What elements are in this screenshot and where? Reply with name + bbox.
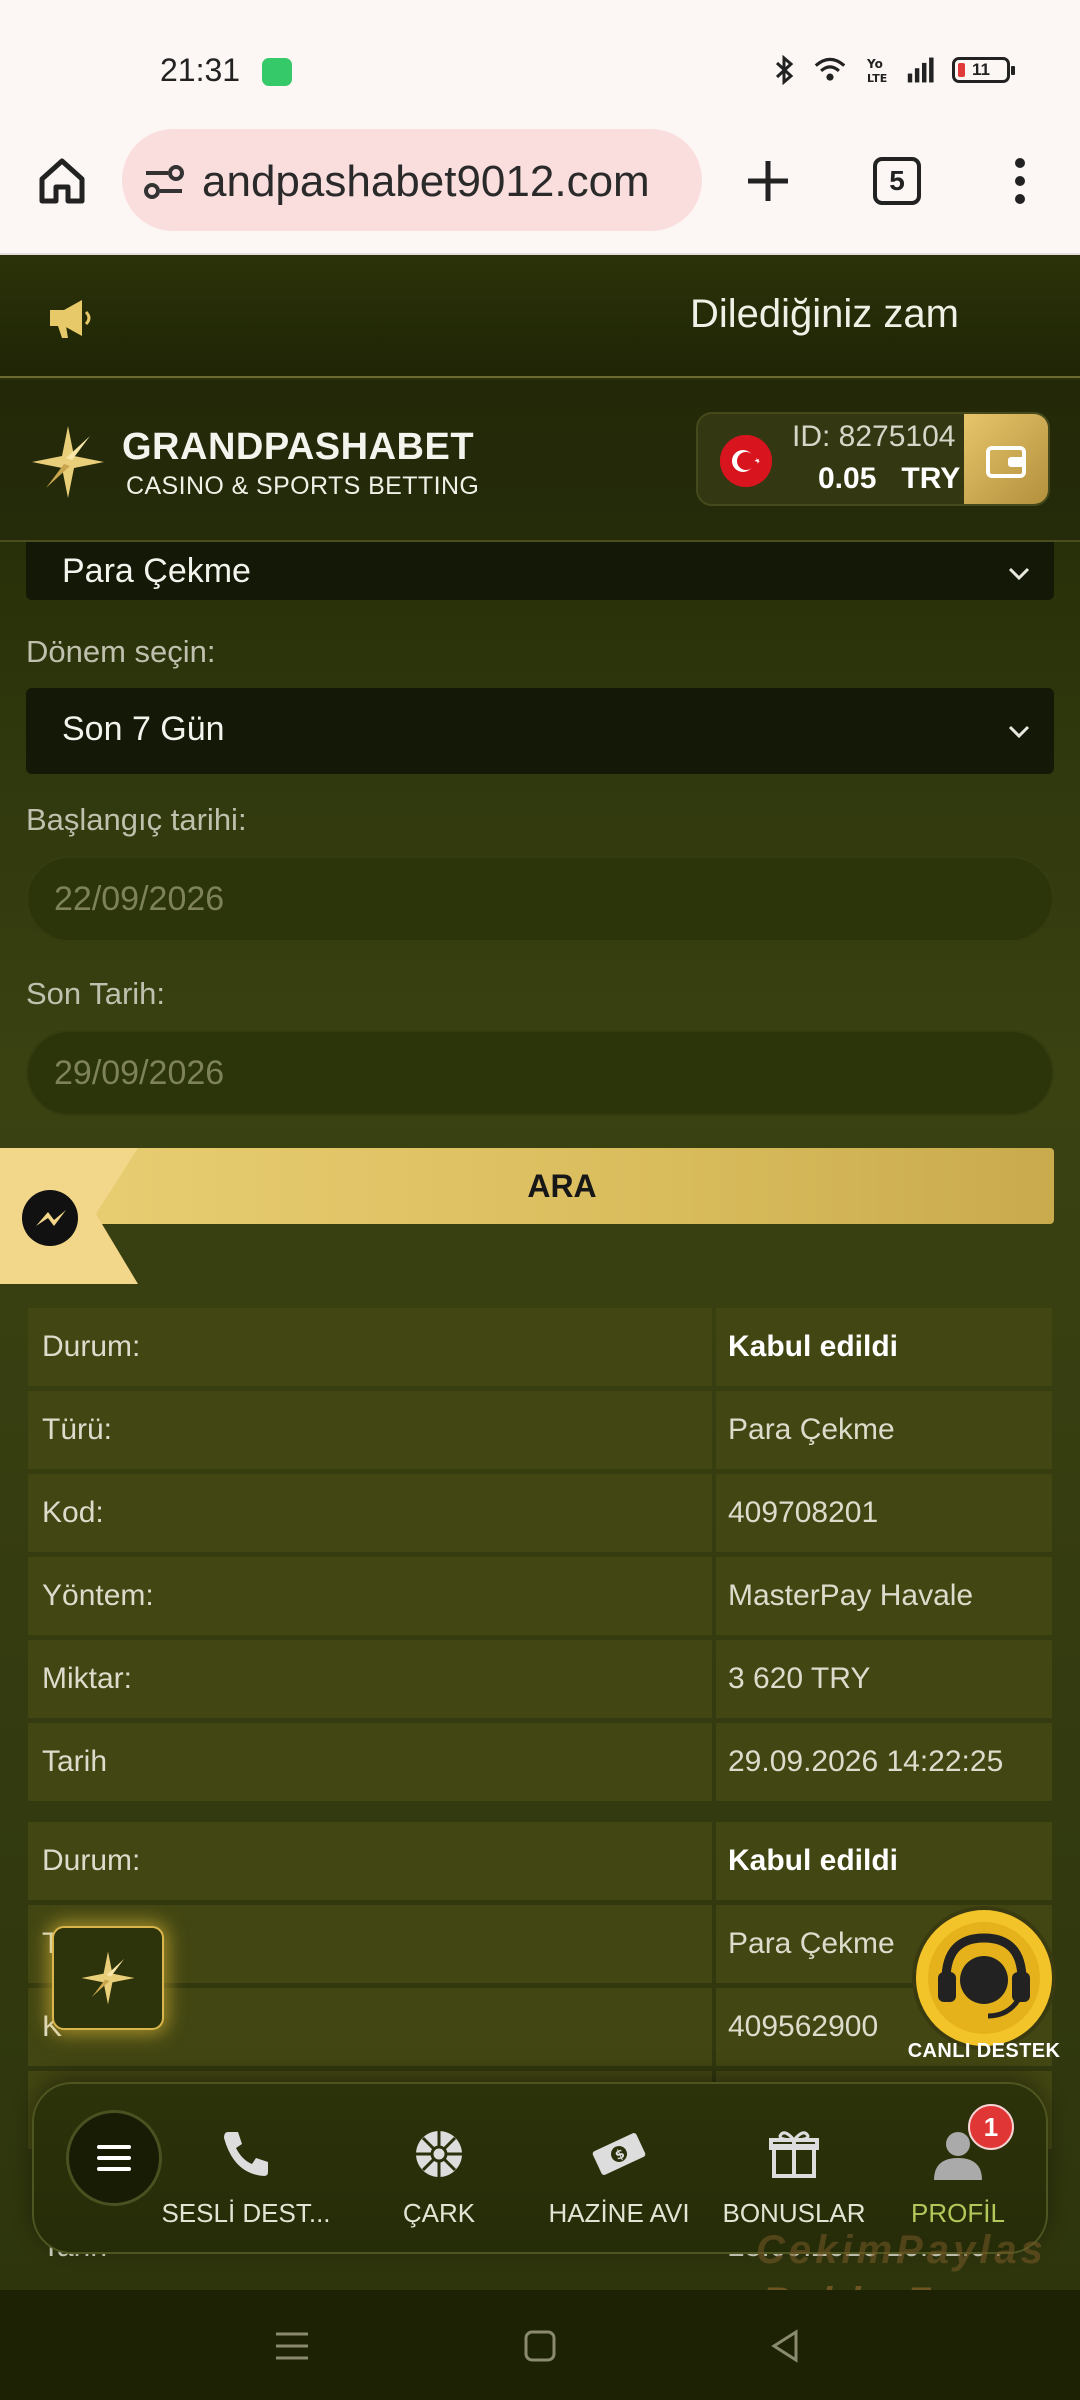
announcement-bar: Dilediğiniz zam [0, 256, 1080, 378]
svg-text:Yo: Yo [866, 57, 883, 71]
tab-switcher-button[interactable]: 5 [873, 157, 921, 205]
account-balance-box[interactable]: ID: 8275104 0.05 TRY [696, 412, 1050, 506]
signal-icon [906, 54, 938, 86]
chevron-down-icon [1006, 560, 1032, 586]
bluetooth-icon [768, 54, 800, 86]
more-options-icon[interactable] [1000, 153, 1040, 209]
status-icons: Yo LTE 11 [768, 54, 1015, 86]
balance: 0.05 TRY [818, 462, 960, 496]
treasure-icon: $ [589, 2124, 649, 2184]
row-key: Tarih [28, 1723, 712, 1801]
battery-icon: 11 [952, 57, 1015, 83]
headset-support-icon [912, 1906, 1056, 2050]
period-label: Dönem seçin: [26, 634, 216, 669]
transaction-card-1: Durum: Kabul edildi Türü: Para Çekme Kod… [28, 1308, 1052, 1806]
row-key: Miktar: [28, 1640, 712, 1718]
table-row: Miktar: 3 620 TRY [28, 1640, 1052, 1721]
balance-amount: 0.05 [818, 462, 877, 495]
nav-label: PROFİL [911, 2198, 1005, 2228]
transaction-type-select[interactable]: Para Çekme [26, 542, 1054, 600]
chevron-down-icon [1006, 718, 1032, 744]
turkey-flag-icon [720, 435, 772, 487]
brand-star-icon [81, 1951, 135, 2005]
start-date-label: Başlangıç tarihi: [26, 802, 247, 837]
amount-value: 3 620 TRY [716, 1640, 1052, 1718]
transaction-type-value: Para Çekme [62, 552, 251, 590]
volte-icon: Yo LTE [860, 54, 892, 86]
browser-toolbar: andpashabet9012.com 5 [0, 125, 1080, 255]
home-icon[interactable] [34, 153, 90, 209]
end-date-value: 29/09/2026 [54, 1054, 225, 1092]
live-support-label: CANLI DESTEK [907, 2040, 1061, 2062]
status-value: Kabul edildi [716, 1308, 1052, 1386]
nav-item-wheel[interactable]: ÇARK [394, 2084, 484, 2256]
balance-currency: TRY [901, 462, 961, 495]
status-bar: 21:31 Yo LTE 11 [0, 0, 1080, 125]
brand-tagline: CASINO & SPORTS BETTING [126, 472, 480, 500]
table-row: Yöntem: MasterPay Havale [28, 1557, 1052, 1638]
method-value: MasterPay Havale [716, 1557, 1052, 1635]
status-time: 21:31 [160, 52, 241, 88]
period-value: Son 7 Gün [62, 710, 225, 748]
date-value: 29.09.2026 14:22:25 [716, 1723, 1052, 1801]
table-row: Tarih 29.09.2026 14:22:25 [28, 1723, 1052, 1804]
row-key: Türü: [28, 1391, 712, 1469]
start-date-value: 22/09/2026 [54, 880, 225, 918]
period-select[interactable]: Son 7 Gün [26, 688, 1054, 774]
table-row: Türü: Para Çekme [28, 1391, 1052, 1472]
site-settings-icon[interactable] [142, 161, 186, 201]
nav-label: ÇARK [402, 2198, 476, 2228]
type-value: Para Çekme [716, 1391, 1052, 1469]
messenger-tab[interactable] [0, 1148, 138, 1284]
account-id: ID: 8275104 [792, 420, 956, 453]
floating-logo-button[interactable] [52, 1926, 164, 2030]
end-date-input[interactable]: 29/09/2026 [26, 1030, 1054, 1116]
wheel-icon [409, 2124, 469, 2184]
nav-label: SESLİ DEST... [161, 2198, 331, 2228]
announcement-text: Dilediğiniz zam [690, 292, 959, 336]
status-value: Kabul edildi [716, 1822, 1052, 1900]
table-row: Durum: Kabul edildi [28, 1308, 1052, 1389]
search-button[interactable]: ARA [70, 1148, 1054, 1224]
brand-star-icon[interactable] [30, 424, 106, 500]
row-key: Durum: [28, 1822, 712, 1900]
profile-icon: 1 [928, 2104, 1014, 2184]
notification-badge: 1 [968, 2104, 1014, 2150]
megaphone-icon [46, 296, 96, 340]
nav-item-voice-support[interactable]: SESLİ DEST... [161, 2084, 331, 2256]
table-row: Durum: Kabul edildi [28, 1822, 1052, 1903]
brand-name: GRANDPASHABET [122, 426, 475, 468]
android-navigation-bar [0, 2290, 1080, 2400]
start-date-input[interactable]: 22/09/2026 [26, 856, 1054, 942]
phone-icon [216, 2124, 276, 2184]
home-nav-icon[interactable] [520, 2326, 560, 2366]
site-header: GRANDPASHABET CASINO & SPORTS BETTING ID… [0, 380, 1080, 542]
wallet-icon[interactable] [964, 414, 1048, 504]
menu-icon [97, 2145, 131, 2171]
recent-apps-icon[interactable] [272, 2326, 312, 2366]
hamburger-menu-button[interactable] [66, 2110, 162, 2206]
row-key: Durum: [28, 1308, 712, 1386]
live-support-button[interactable]: CANLI DESTEK [888, 1892, 1080, 2088]
new-tab-icon[interactable] [740, 153, 796, 209]
code-value: 409708201 [716, 1474, 1052, 1552]
message-app-icon [262, 58, 292, 86]
row-key: Kod: [28, 1474, 712, 1552]
nav-item-treasure-hunt[interactable]: $ HAZİNE AVI [544, 2084, 694, 2256]
wifi-icon [814, 54, 846, 86]
watermark-line1: CekimPaylas [756, 2228, 1047, 2272]
nav-label: HAZİNE AVI [548, 2198, 690, 2228]
url-text: andpashabet9012.com [202, 157, 650, 206]
address-bar[interactable]: andpashabet9012.com [122, 129, 702, 231]
svg-text:LTE: LTE [867, 72, 887, 85]
table-row: Kod: 409708201 [28, 1474, 1052, 1555]
gift-icon [764, 2124, 824, 2184]
nav-label: BONUSLAR [722, 2198, 866, 2228]
back-icon[interactable] [766, 2326, 806, 2366]
row-key: Yöntem: [28, 1557, 712, 1635]
end-date-label: Son Tarih: [26, 976, 166, 1011]
